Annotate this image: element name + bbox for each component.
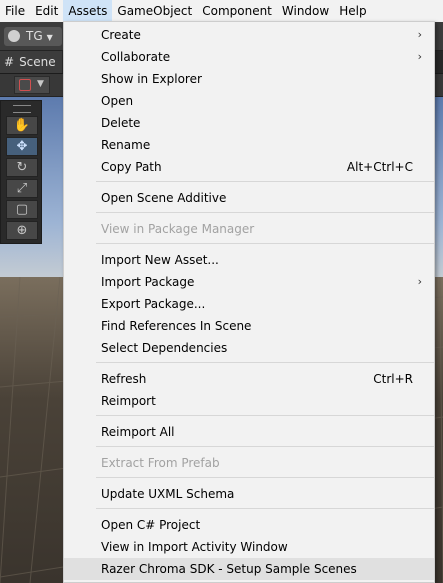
scale-icon: ⤢: [16, 181, 28, 196]
menu-item-label: Reimport: [101, 394, 156, 408]
menu-separator: [96, 212, 434, 213]
account-icon: [8, 30, 20, 42]
menu-item-open-scene-additive[interactable]: Open Scene Additive: [64, 187, 434, 209]
transform-tool-button[interactable]: ⊕: [6, 221, 38, 240]
scale-tool-button[interactable]: ⤢: [6, 179, 38, 198]
chevron-right-icon: ›: [417, 28, 422, 41]
transform-icon: ⊕: [16, 223, 28, 238]
menu-item-label: Refresh: [101, 372, 147, 386]
move-icon: ✥: [16, 139, 28, 154]
menu-item-label: Reimport All: [101, 425, 175, 439]
menu-item-label: View in Import Activity Window: [101, 540, 288, 554]
menu-help[interactable]: Help: [334, 0, 371, 22]
menu-item-reimport-all[interactable]: Reimport All: [64, 421, 434, 443]
menu-separator: [96, 477, 434, 478]
menu-item-label: View in Package Manager: [101, 222, 255, 236]
menu-assets[interactable]: Assets: [63, 0, 113, 22]
menu-item-delete[interactable]: Delete: [64, 112, 434, 134]
menu-separator: [96, 243, 434, 244]
menu-separator: [96, 362, 434, 363]
menu-item-label: Delete: [101, 116, 141, 130]
rect-icon: ▢: [15, 202, 29, 217]
menu-item-shortcut: Ctrl+R: [373, 372, 413, 386]
rect-tool-button[interactable]: ▢: [6, 200, 38, 219]
menu-item-rename[interactable]: Rename: [64, 134, 434, 156]
menu-item-shortcut: Alt+Ctrl+C: [346, 160, 413, 174]
menu-separator: [96, 415, 434, 416]
move-tool-button[interactable]: ✥: [6, 137, 38, 156]
draw-mode-icon: [19, 79, 31, 91]
menu-item-razer-chroma[interactable]: Razer Chroma SDK - Setup Sample Scenes: [64, 558, 434, 580]
menu-item-label: Collaborate: [101, 50, 171, 64]
menu-item-label: Find References In Scene: [101, 319, 252, 333]
menu-item-open-csharp-project[interactable]: Open C# Project: [64, 514, 434, 536]
menu-item-show-in-explorer[interactable]: Show in Explorer: [64, 68, 434, 90]
menu-item-find-references[interactable]: Find References In Scene: [64, 315, 434, 337]
menu-item-label: Select Dependencies: [101, 341, 228, 355]
menu-file[interactable]: File: [0, 0, 30, 22]
menu-separator: [96, 181, 434, 182]
menu-item-label: Copy Path: [101, 160, 162, 174]
menu-item-label: Open C# Project: [101, 518, 201, 532]
grip-handle[interactable]: [13, 105, 31, 113]
chevron-down-icon: ▼: [37, 79, 44, 89]
chevron-right-icon: ›: [417, 50, 422, 63]
menu-item-import-new-asset[interactable]: Import New Asset...: [64, 249, 434, 271]
tools-palette: ✋ ✥ ↻ ⤢ ▢ ⊕: [0, 100, 42, 244]
rotate-tool-button[interactable]: ↻: [6, 158, 38, 177]
draw-mode-dropdown[interactable]: ▼: [14, 76, 50, 94]
menu-window[interactable]: Window: [277, 0, 334, 22]
menu-separator: [96, 508, 434, 509]
rotate-icon: ↻: [16, 160, 28, 175]
menubar: File Edit Assets GameObject Component Wi…: [0, 0, 443, 22]
menu-item-open[interactable]: Open: [64, 90, 434, 112]
account-button[interactable]: TG ▼: [4, 27, 62, 46]
chevron-right-icon: ›: [417, 275, 422, 288]
menu-item-label: Import Package: [101, 275, 195, 289]
menu-item-refresh[interactable]: Refresh Ctrl+R: [64, 368, 434, 390]
assets-menu: Create › Collaborate › Show in Explorer …: [63, 21, 435, 583]
menu-item-collaborate[interactable]: Collaborate ›: [64, 46, 434, 68]
menu-item-label: Update UXML Schema: [101, 487, 235, 501]
menu-item-label: Extract From Prefab: [101, 456, 220, 470]
menu-item-label: Show in Explorer: [101, 72, 202, 86]
menu-item-label: Import New Asset...: [101, 253, 219, 267]
menu-item-export-package[interactable]: Export Package...: [64, 293, 434, 315]
menu-item-label: Open Scene Additive: [101, 191, 227, 205]
menu-edit[interactable]: Edit: [30, 0, 63, 22]
menu-separator: [96, 446, 434, 447]
menu-item-label: Export Package...: [101, 297, 206, 311]
hand-tool-button[interactable]: ✋: [6, 116, 38, 135]
menu-item-reimport[interactable]: Reimport: [64, 390, 434, 412]
menu-item-update-uxml-schema[interactable]: Update UXML Schema: [64, 483, 434, 505]
menu-item-label: Open: [101, 94, 134, 108]
menu-item-select-dependencies[interactable]: Select Dependencies: [64, 337, 434, 359]
menu-item-import-package[interactable]: Import Package ›: [64, 271, 434, 293]
menu-component[interactable]: Component: [197, 0, 277, 22]
menu-gameobject[interactable]: GameObject: [112, 0, 197, 22]
account-label: TG: [26, 29, 43, 43]
menu-item-create[interactable]: Create ›: [64, 24, 434, 46]
menu-item-view-import-activity[interactable]: View in Import Activity Window: [64, 536, 434, 558]
hash-icon: #: [4, 55, 15, 69]
tab-scene[interactable]: # Scene: [0, 51, 62, 73]
chevron-down-icon: ▼: [46, 33, 53, 42]
menu-item-extract-from-prefab: Extract From Prefab: [64, 452, 434, 474]
menu-item-label: Razer Chroma SDK - Setup Sample Scenes: [101, 562, 357, 576]
hand-icon: ✋: [13, 118, 31, 133]
tab-scene-label: Scene: [19, 55, 56, 69]
menu-item-label: Rename: [101, 138, 151, 152]
menu-item-view-in-package-manager: View in Package Manager: [64, 218, 434, 240]
menu-item-copy-path[interactable]: Copy Path Alt+Ctrl+C: [64, 156, 434, 178]
menu-item-label: Create: [101, 28, 141, 42]
